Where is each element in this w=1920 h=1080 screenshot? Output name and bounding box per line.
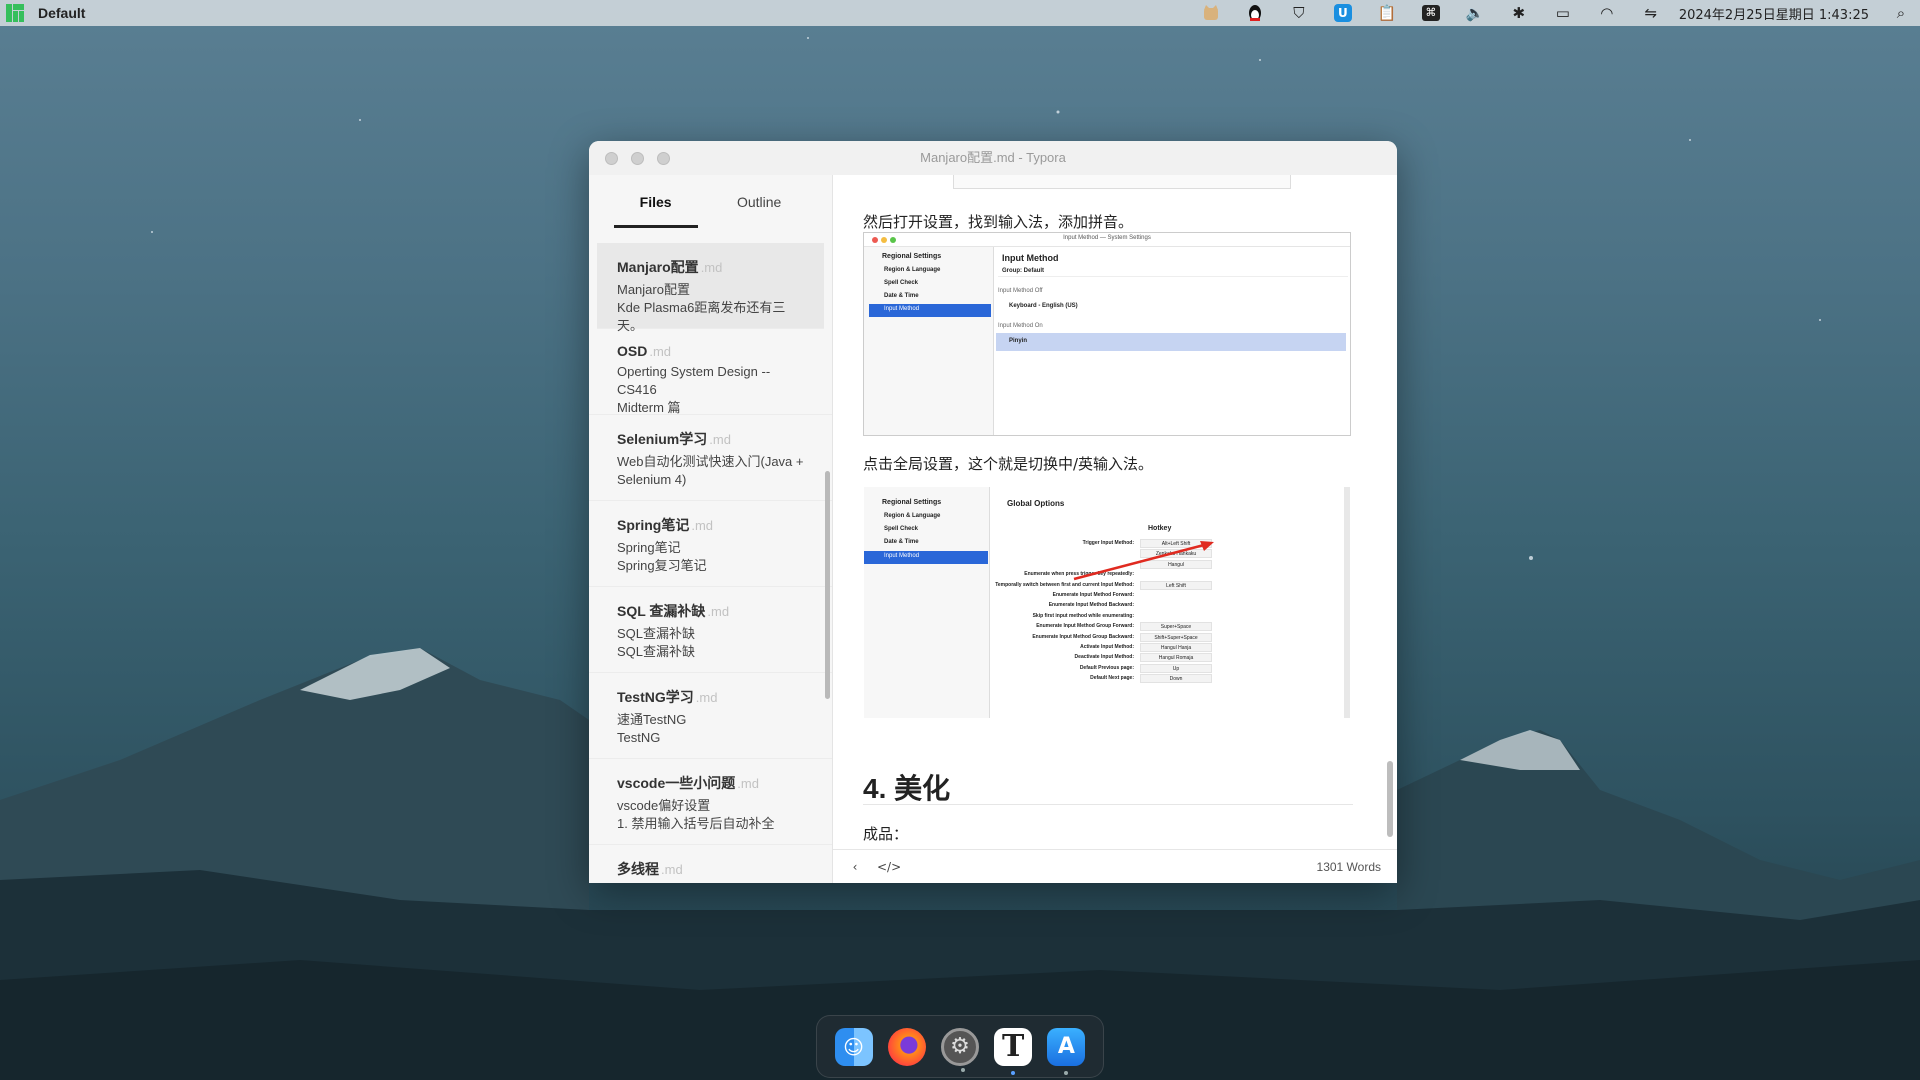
screenshot-keyboard: Keyboard - English (US) [1009,303,1078,309]
window-titlebar[interactable]: Manjaro配置.md - Typora [589,141,1397,175]
shield-icon[interactable]: ⛉ [1288,2,1310,24]
typora-icon[interactable]: T [994,1027,1033,1075]
bluetooth-icon[interactable]: ✱ [1508,2,1530,24]
clock[interactable]: 2024年2月25日星期日 1:43:25 [1679,4,1869,23]
file-excerpt-line: SQL查漏补缺 [617,626,696,641]
file-ext: .md [695,690,718,705]
volume-icon[interactable]: 🔈 [1464,2,1486,24]
editor-scrollbar[interactable] [1387,761,1393,837]
heading-underline [863,804,1353,805]
status-bar: ‹ </> 1301 Words [833,849,1397,883]
screenshot-off-label: Input Method Off [998,288,1043,294]
file-ext: .md [737,776,759,791]
paragraph: 然后打开设置，找到输入法，添加拼音。 [863,213,1134,231]
file-excerpt-line: Spring笔记 [617,540,681,555]
file-ext: .md [691,518,714,533]
paragraph: 点击全局设置，这个就是切换中/英输入法。 [863,455,1154,473]
sidebar-tabs: Files Outline [589,175,832,229]
dock: ☺ ⚙ T A [816,1015,1104,1078]
file-excerpt-line: vscode偏好设置 [617,798,711,813]
file-excerpt-line: TestNG [617,730,661,745]
tab-outline[interactable]: Outline [711,186,807,218]
word-count[interactable]: 1301 Words [1317,860,1381,874]
red-arrow-annotation [1073,541,1214,581]
file-name: TestNG学习 [617,689,694,705]
tab-files[interactable]: Files [613,186,698,228]
file-item-manjaro[interactable]: Manjaro配置 .md Manjaro配置 Kde Plasma6距离发布还有三… [597,243,824,333]
section-heading: 4. 美化 [863,773,951,804]
typora-window: Manjaro配置.md - Typora Files Outline Manj… [589,141,1397,883]
file-sidebar: Files Outline Manjaro配置 .md Manjaro配置 Kde … [589,175,833,883]
paragraph: 成品： [863,825,909,843]
file-name: Selenium学习 [617,431,708,447]
manjaro-logo-icon[interactable] [4,2,26,24]
input-method-screenshot: Input Method — System Settings Regional … [863,232,1351,436]
wifi-icon[interactable]: ◠ [1596,2,1618,24]
editor-area[interactable]: 然后打开设置，找到输入法，添加拼音。 Input Method — System… [833,175,1397,849]
finder-icon[interactable]: ☺ [834,1027,873,1066]
appstore-icon[interactable]: A [1047,1027,1086,1075]
file-ext: .md [700,260,723,275]
file-item-sql[interactable]: SQL 查漏补缺 .md SQL查漏补缺 SQL查漏补缺 [589,587,832,673]
u-app-icon[interactable]: U [1332,2,1354,24]
search-icon[interactable]: ⌕ [1890,2,1912,24]
clipboard-icon[interactable]: 📋 [1376,2,1398,24]
file-item-vscode[interactable]: vscode一些小问题 .md vscode偏好设置 1. 禁用输入括号后自动补全 [589,759,832,845]
file-ext: .md [707,604,730,619]
running-indicator [1064,1070,1069,1075]
file-name: 多线程 [617,861,659,877]
top-panel: Default ⛉ U 📋 ⌘ 🔈 ✱ ▭ ◠ ⇋ 2024年2月25日星期日 … [0,0,1920,26]
screenshot-sidebar-title: Regional Settings [882,253,942,260]
file-excerpt-line: Spring复习笔记 [617,558,707,573]
window-title: Manjaro配置.md - Typora [920,150,1066,165]
display-icon[interactable]: ▭ [1552,2,1574,24]
file-excerpt-line: Selenium 4) [617,472,687,487]
screenshot-title: Input Method — System Settings [1063,235,1151,241]
source-code-mode-icon[interactable]: </> [877,860,901,874]
settings-icon[interactable]: ⚙ [940,1027,979,1072]
file-name: SQL 查漏补缺 [617,603,706,619]
cat-icon[interactable] [1200,2,1222,24]
file-name: vscode一些小问题 [617,775,736,791]
penguin-icon[interactable] [1244,2,1266,24]
running-indicator [960,1067,965,1072]
screenshot-item: Spell Check [884,280,919,286]
command-icon[interactable]: ⌘ [1420,2,1442,24]
screenshot-item: Input Method [884,306,920,312]
toggle-icon[interactable]: ⇋ [1640,2,1662,24]
file-excerpt-line: Manjaro配置 [617,282,690,297]
sidebar-scrollbar[interactable] [825,471,830,699]
screenshot-group: Group: Default [1002,268,1044,274]
file-excerpt-line: SQL查漏补缺 [617,644,696,659]
active-app-name: Default [38,5,86,21]
running-indicator [1011,1070,1016,1075]
file-name: OSD [617,343,648,359]
file-item-spring[interactable]: Spring笔记 .md Spring笔记 Spring复习笔记 [589,501,832,587]
screenshot-item: Region & Language [884,267,941,273]
file-item-selenium[interactable]: Selenium学习 .md Web自动化测试快速入门(Java + Seleniu… [589,415,832,501]
file-excerpt-line: 速通TestNG [617,712,687,727]
screenshot-header: Input Method [1002,253,1059,263]
screenshot-pinyin: Pinyin [1009,338,1028,344]
screenshot-on-label: Input Method On [998,323,1043,329]
file-excerpt-line: Web自动化测试快速入门(Java + [617,454,804,469]
file-name: Manjaro配置 [617,259,699,275]
firefox-icon[interactable] [887,1027,926,1066]
previous-image-fragment [953,175,1291,189]
global-options-screenshot: Regional Settings Region & Language Spel… [863,486,1351,719]
toggle-sidebar-icon[interactable]: ‹ [845,860,865,874]
file-ext: .md [649,344,672,359]
file-item-multithread[interactable]: 多线程 .md [589,845,832,883]
file-excerpt-line: 1. 禁用输入括号后自动补全 [617,816,775,831]
file-item-osd[interactable]: OSD .md Operting System Design -- CS416 Mi… [589,329,832,415]
screenshot-item: Date & Time [884,293,919,299]
file-ext: .md [709,432,731,447]
file-ext: .md [661,862,683,877]
file-excerpt-line: Operting System Design -- CS416 [617,364,771,397]
file-name: Spring笔记 [617,517,690,533]
system-tray: ⛉ U 📋 ⌘ 🔈 ✱ ▭ ◠ ⇋ 2024年2月25日星期日 1:43:25 … [1189,0,1920,26]
file-item-testng[interactable]: TestNG学习 .md 速通TestNG TestNG [589,673,832,759]
